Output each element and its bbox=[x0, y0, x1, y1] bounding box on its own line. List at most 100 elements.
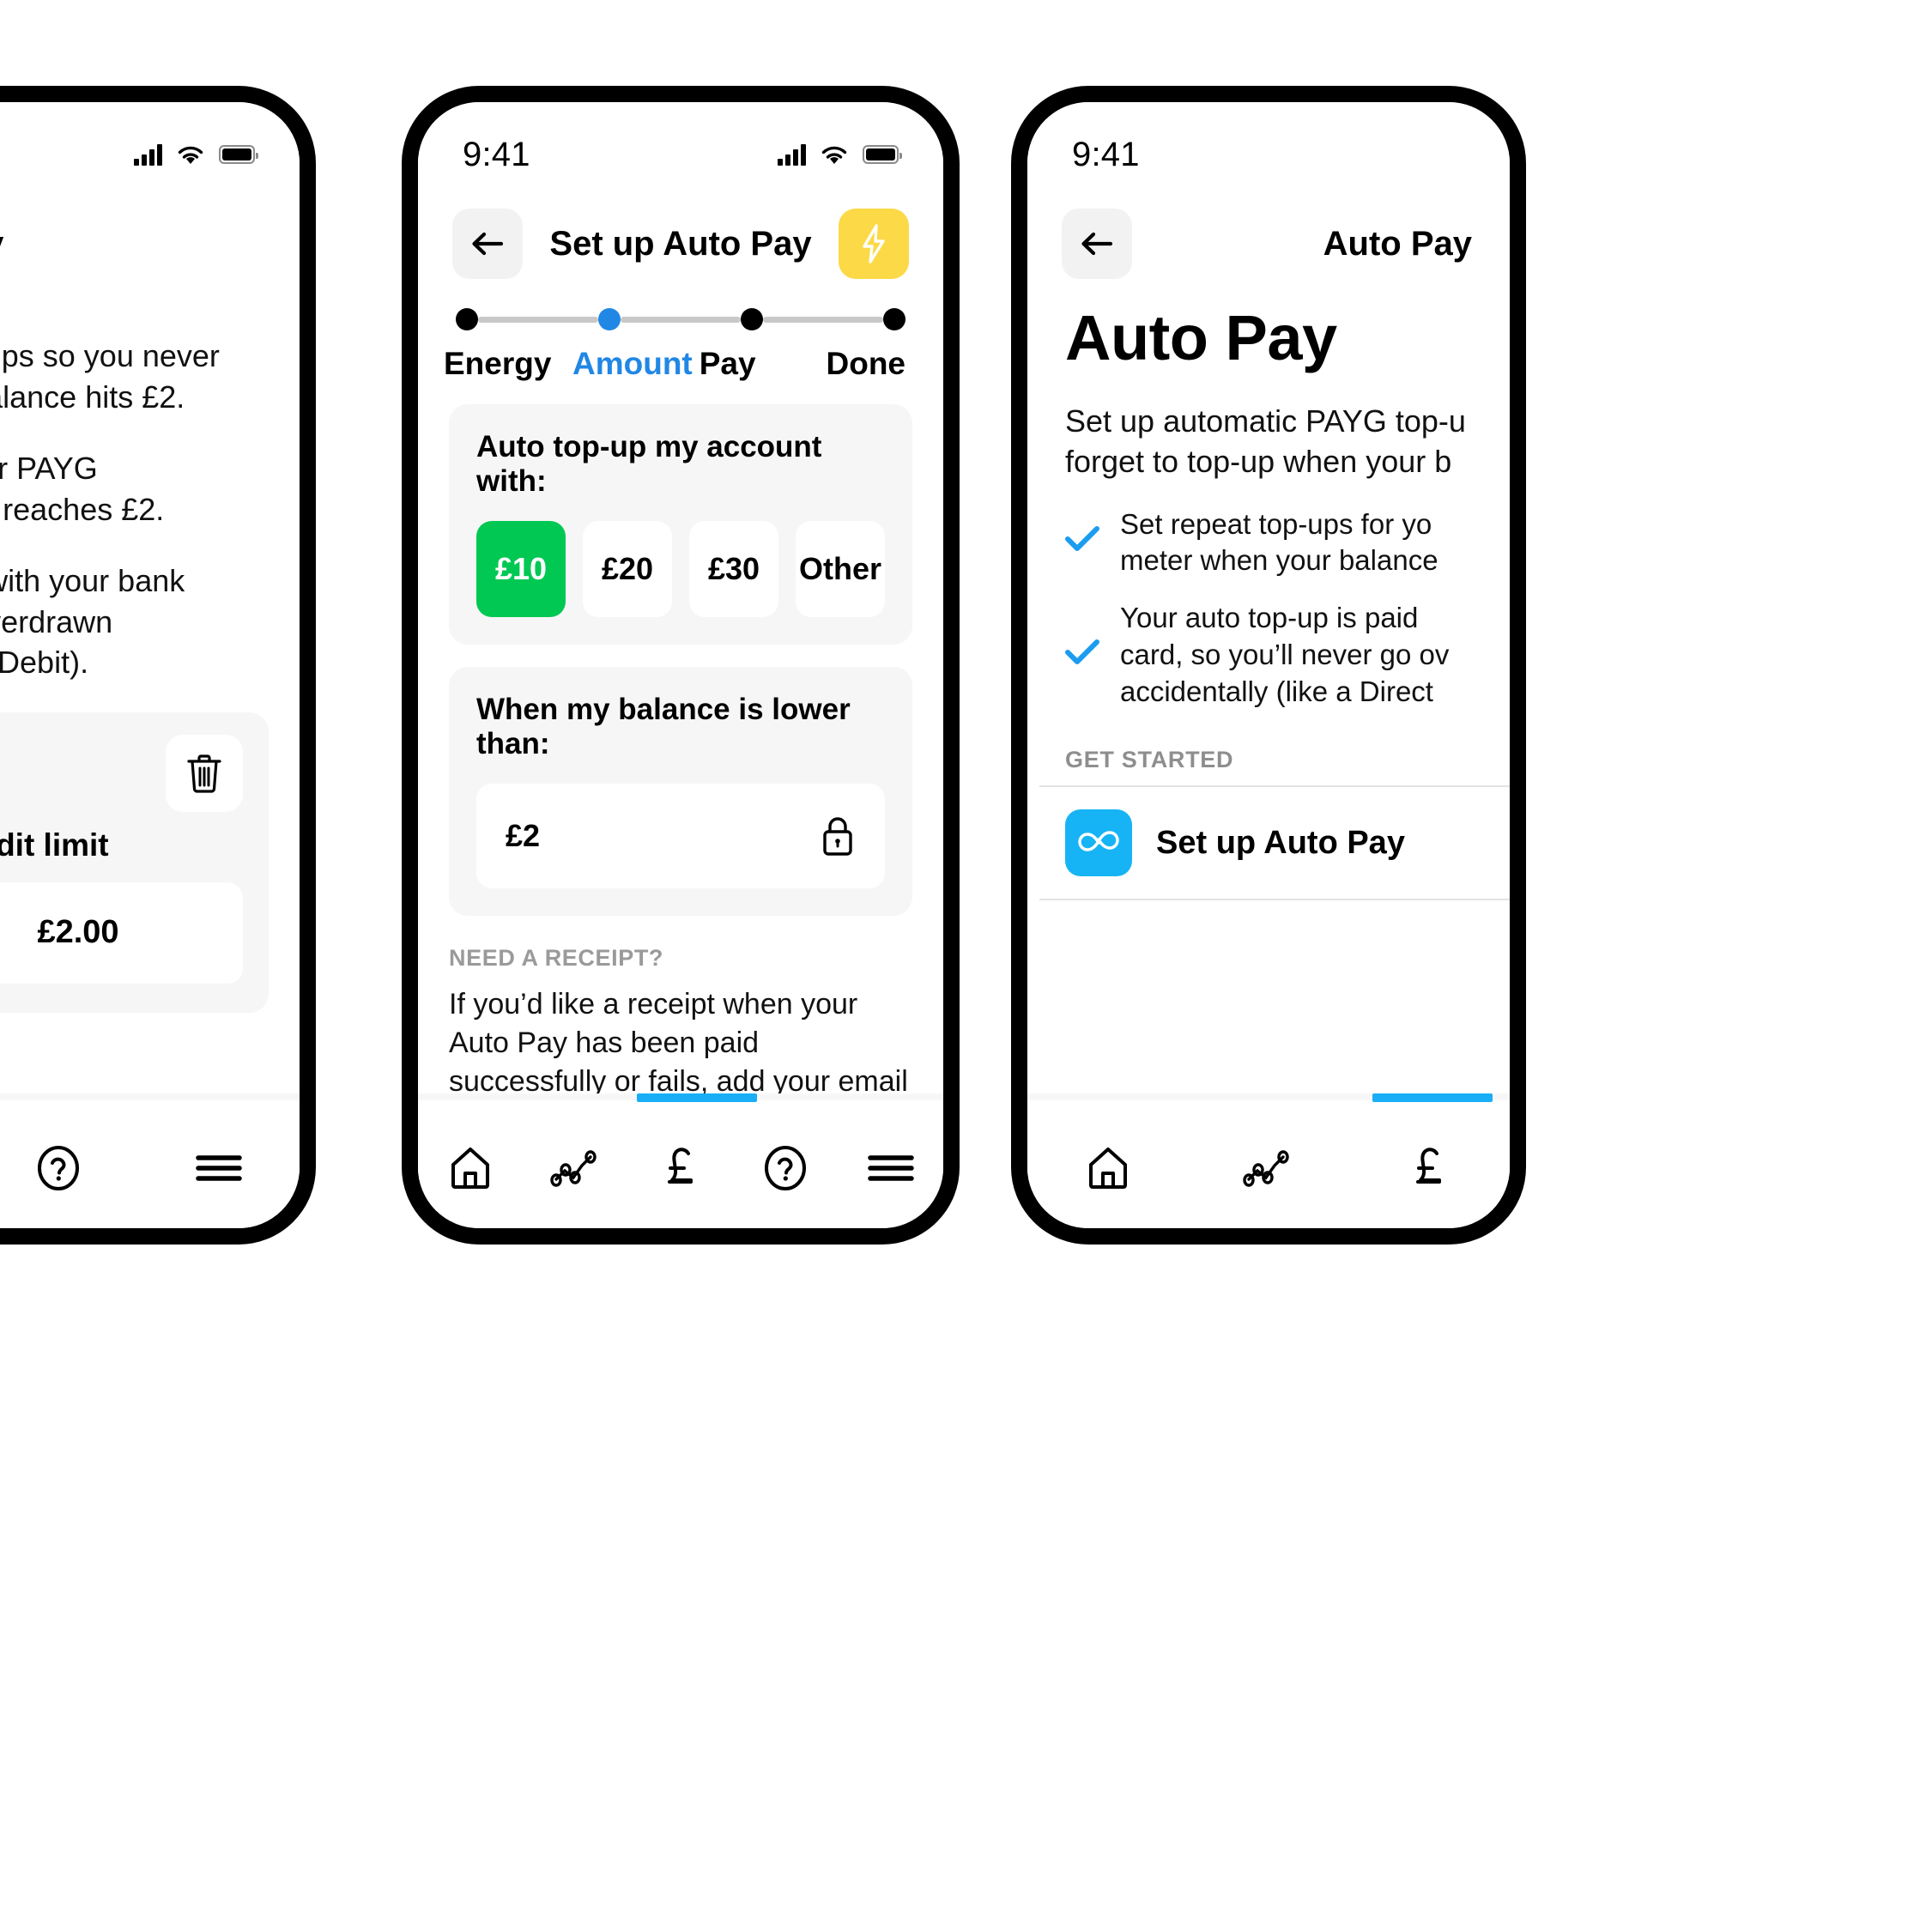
tab-help[interactable] bbox=[738, 1130, 833, 1207]
bullet-item: Set repeat top-ups for yo meter when your… bbox=[1065, 506, 1472, 580]
left-body-copy: c PAYG top-ups so you never when your ba… bbox=[0, 282, 300, 683]
left-navbar: Auto Pay bbox=[0, 171, 300, 282]
delete-button[interactable] bbox=[166, 734, 243, 812]
threshold-value: £2 bbox=[506, 818, 541, 853]
divider-bottom bbox=[1039, 899, 1510, 901]
setup-auto-pay-label: Set up Auto Pay bbox=[1156, 824, 1405, 861]
step-label-energy: Energy bbox=[444, 346, 552, 381]
help-icon bbox=[37, 1145, 79, 1190]
credit-limit-value[interactable]: £2.00 bbox=[0, 881, 243, 984]
stepper-labels: Energy Amount Pay Done bbox=[444, 346, 906, 382]
lightning-bolt-icon bbox=[863, 224, 885, 263]
right-tabbar bbox=[1027, 1093, 1510, 1228]
check-icon bbox=[1065, 639, 1099, 673]
left-tabbar bbox=[0, 1093, 300, 1228]
help-icon bbox=[765, 1145, 807, 1190]
step-bar-1 bbox=[478, 316, 598, 323]
mid-tabbar bbox=[418, 1093, 943, 1228]
status-bar-mid: 9:41 bbox=[418, 102, 943, 173]
pound-icon bbox=[667, 1147, 693, 1184]
phone-middle: 9:41 Set up Auto Pay Energy Amount Pay D… bbox=[402, 86, 960, 1245]
home-icon bbox=[451, 1147, 490, 1189]
wifi-icon bbox=[176, 143, 205, 166]
threshold-field[interactable]: £2 bbox=[476, 784, 885, 888]
boost-button[interactable] bbox=[839, 209, 909, 279]
status-icons bbox=[134, 143, 258, 166]
left-line-7: (like a Direct Debit). bbox=[0, 645, 89, 681]
stepper-track bbox=[456, 308, 905, 330]
step-dot-done[interactable] bbox=[883, 308, 905, 330]
pound-icon bbox=[1416, 1147, 1442, 1184]
mid-navbar: Set up Auto Pay bbox=[418, 171, 943, 282]
left-paragraph-2: p-ups for your PAYG your balance reaches… bbox=[0, 448, 262, 530]
step-label-amount: Amount bbox=[572, 346, 693, 381]
get-started-heading: GET STARTED bbox=[1065, 747, 1234, 773]
status-time: 9:41 bbox=[463, 135, 530, 173]
tab-menu[interactable] bbox=[844, 1130, 938, 1207]
status-icons bbox=[778, 143, 902, 166]
home-icon bbox=[1088, 1147, 1127, 1189]
trash-icon bbox=[187, 754, 221, 793]
right-navbar: Auto Pay bbox=[1027, 171, 1510, 282]
left-line-3: p-ups for your PAYG bbox=[0, 451, 98, 487]
status-bar-right: 9:41 bbox=[1027, 102, 1510, 173]
back-button[interactable] bbox=[1062, 209, 1132, 279]
signal-bars-icon bbox=[134, 143, 162, 166]
step-dot-pay[interactable] bbox=[741, 308, 763, 330]
tab-pay[interactable] bbox=[633, 1130, 728, 1207]
back-arrow-icon bbox=[1081, 232, 1113, 256]
step-dot-energy[interactable] bbox=[456, 308, 478, 330]
amount-option-10[interactable]: £10 bbox=[476, 521, 566, 617]
topup-amount-card: Auto top-up my account with: £10 £20 £30… bbox=[449, 404, 912, 645]
bullet-item: Your auto top-up is paid card, so you’ll … bbox=[1065, 600, 1472, 711]
receipt-overline: NEED A RECEIPT? bbox=[449, 945, 664, 971]
signal-bars-icon bbox=[778, 143, 806, 166]
battery-icon bbox=[863, 145, 902, 164]
left-line-6: ll never go overdrawn bbox=[0, 603, 113, 639]
tab-pay[interactable] bbox=[1382, 1130, 1476, 1207]
status-bar bbox=[0, 102, 300, 171]
tab-menu[interactable] bbox=[172, 1130, 266, 1207]
topup-options: £10 £20 £30 Other bbox=[476, 521, 885, 617]
step-bar-3 bbox=[763, 316, 883, 323]
topup-card-title: Auto top-up my account with: bbox=[476, 430, 822, 498]
left-nav-title: Auto Pay bbox=[0, 225, 300, 263]
back-arrow-icon bbox=[472, 232, 504, 256]
step-label-done: Done bbox=[826, 346, 906, 381]
tab-usage[interactable] bbox=[529, 1130, 623, 1207]
left-line-5: p-up is paid with your bank bbox=[0, 563, 185, 599]
phone-right: 9:41 Auto Pay Auto Pay Set up automatic … bbox=[1011, 86, 1526, 1245]
tab-help[interactable] bbox=[11, 1130, 106, 1207]
credit-limit-fields: £2.00 bbox=[0, 881, 243, 984]
battery-icon bbox=[219, 145, 258, 164]
usage-graph-icon bbox=[1243, 1149, 1289, 1187]
tab-usage[interactable] bbox=[1221, 1130, 1316, 1207]
tab-home[interactable] bbox=[1061, 1130, 1155, 1207]
amount-option-30[interactable]: £30 bbox=[689, 521, 778, 617]
tab-home[interactable] bbox=[423, 1130, 518, 1207]
setup-auto-pay-row[interactable]: Set up Auto Pay bbox=[1027, 787, 1510, 899]
phone-middle-screen: 9:41 Set up Auto Pay Energy Amount Pay D… bbox=[418, 102, 943, 1228]
credit-limit-label: Credit limit bbox=[0, 827, 109, 863]
step-dot-amount[interactable] bbox=[598, 308, 621, 330]
screenshot-stage: Auto Pay c PAYG top-ups so you never whe… bbox=[0, 0, 1932, 1932]
left-paragraph-1: c PAYG top-ups so you never when your ba… bbox=[0, 336, 262, 417]
amount-option-20[interactable]: £20 bbox=[583, 521, 672, 617]
left-line-4: your balance reaches £2. bbox=[0, 491, 165, 527]
amount-option-other[interactable]: Other bbox=[796, 521, 885, 617]
left-line-2: when your balance hits £2. bbox=[0, 379, 185, 415]
menu-icon bbox=[868, 1154, 914, 1181]
phone-left-screen: Auto Pay c PAYG top-ups so you never whe… bbox=[0, 102, 300, 1228]
phone-right-screen: 9:41 Auto Pay Auto Pay Set up automatic … bbox=[1027, 102, 1510, 1228]
lock-icon bbox=[820, 815, 856, 857]
credit-limit-card: Credit limit £2.00 bbox=[0, 712, 269, 1013]
setup-stepper: Energy Amount Pay Done bbox=[418, 282, 943, 382]
threshold-card-title: When my balance is lower than: bbox=[476, 693, 851, 760]
back-button[interactable] bbox=[452, 209, 523, 279]
menu-icon bbox=[196, 1154, 243, 1181]
bullet-text: Set repeat top-ups for yo meter when your… bbox=[1120, 507, 1438, 577]
wifi-icon bbox=[820, 143, 849, 166]
usage-graph-icon bbox=[549, 1149, 597, 1187]
right-lead-line2: forget to top-up when your b bbox=[1065, 443, 1452, 479]
status-time: 9:41 bbox=[1072, 135, 1140, 173]
